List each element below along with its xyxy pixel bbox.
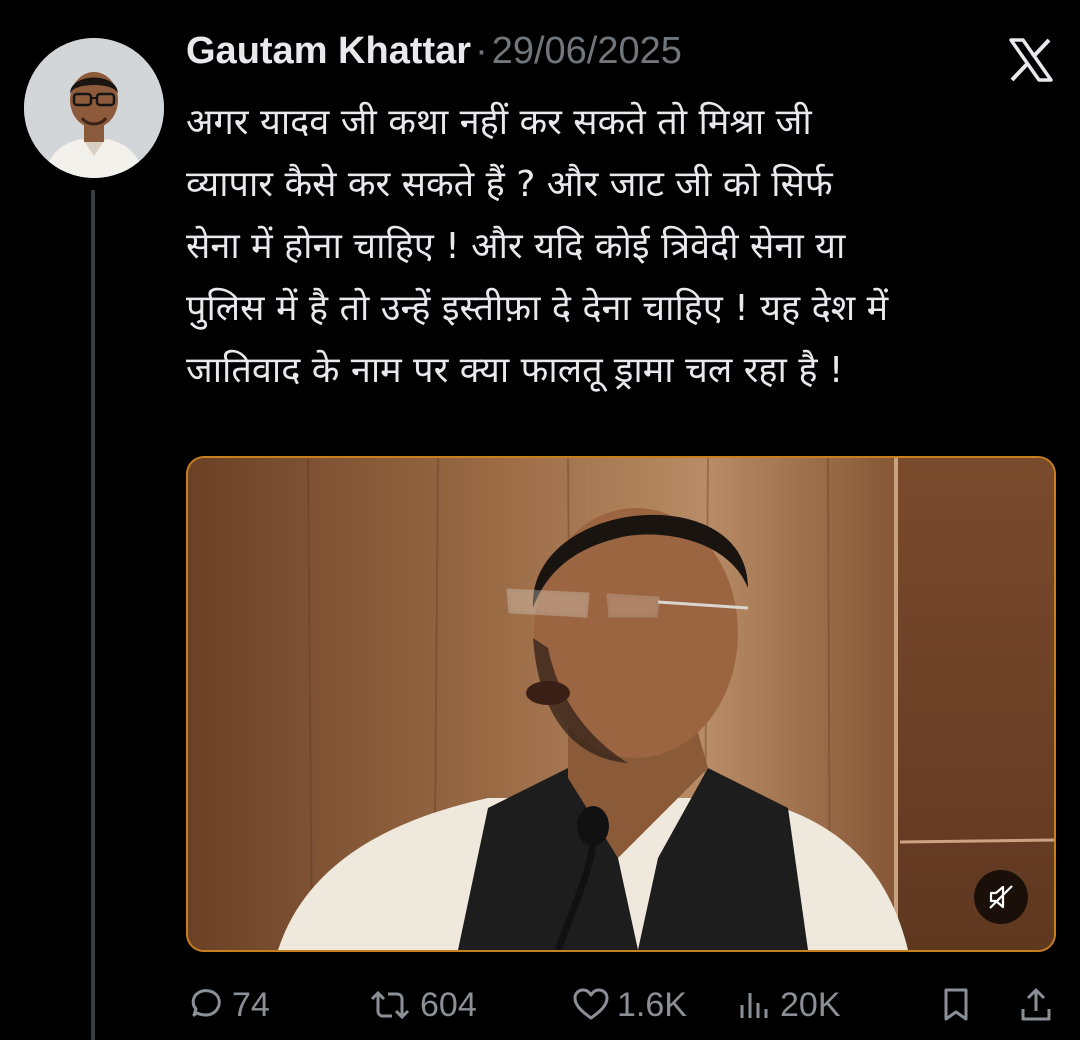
bookmark-button[interactable]: [936, 975, 982, 1035]
tweet-text-line: जातिवाद के नाम पर क्या फालतू ड्रामा चल र…: [186, 350, 844, 391]
views-button[interactable]: 20K: [734, 975, 841, 1035]
tweet-text: अगर यादव जी कथा नहीं कर सकते तो मिश्रा ज…: [186, 92, 1056, 402]
avatar-image: [24, 38, 164, 178]
like-button[interactable]: 1.6K: [571, 975, 687, 1035]
reply-button[interactable]: 74: [186, 975, 270, 1035]
action-bar: 74 604 1.6K 20K: [186, 975, 1066, 1035]
tweet-header: Gautam Khattar · 29/06/2025: [186, 30, 682, 86]
like-icon: [573, 988, 609, 1020]
avatar[interactable]: [24, 38, 164, 178]
tweet-video[interactable]: [186, 456, 1056, 952]
mute-button[interactable]: [974, 870, 1028, 924]
like-count: 1.6K: [617, 985, 687, 1024]
video-frame: [188, 458, 1054, 950]
views-icon: [740, 993, 768, 1018]
repost-count: 604: [420, 985, 477, 1024]
reply-icon: [191, 989, 221, 1017]
repost-button[interactable]: 604: [366, 975, 477, 1035]
repost-icon: [370, 990, 410, 1020]
bookmark-icon: [944, 988, 968, 1021]
thread-line: [91, 190, 95, 1040]
tweet-text-line: अगर यादव जी कथा नहीं कर सकते तो मिश्रा ज…: [186, 102, 812, 143]
tweet-date[interactable]: 29/06/2025: [492, 30, 682, 73]
tweet-text-line: सेना में होना चाहिए ! और यदि कोई त्रिवेद…: [186, 226, 846, 267]
author-name[interactable]: Gautam Khattar: [186, 30, 471, 73]
mute-icon: [989, 885, 1013, 909]
tweet-text-line: पुलिस में है तो उन्हें इस्तीफ़ा दे देना …: [186, 288, 889, 329]
reply-count: 74: [232, 985, 270, 1024]
views-count: 20K: [780, 985, 841, 1024]
header-separator: ·: [475, 30, 488, 72]
tweet-text-line: व्यापार कैसे कर सकते हैं ? और जाट जी को …: [186, 164, 833, 205]
x-logo-icon: [1008, 38, 1054, 82]
share-button[interactable]: [1016, 975, 1062, 1035]
share-icon: [1021, 988, 1051, 1021]
